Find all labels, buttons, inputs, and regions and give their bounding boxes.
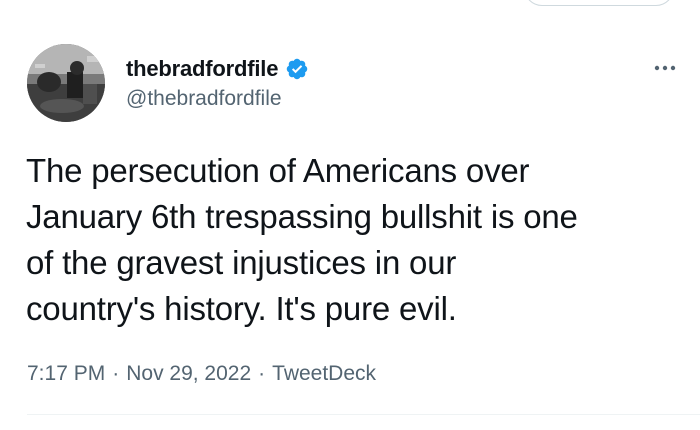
tweet-source[interactable]: TweetDeck — [272, 362, 376, 385]
tweet-text: The persecution of Americans over Januar… — [26, 148, 686, 332]
tweet-text-line: country's history. It's pure evil. — [26, 290, 457, 327]
tweet-text-line: of the gravest injustices in our — [26, 244, 457, 281]
avatar-photo — [27, 44, 105, 122]
tweet-text-line: January 6th trespassing bullshit is one — [26, 198, 578, 235]
meta-separator: · — [258, 362, 266, 385]
tweet-meta: 7:17 PM · Nov 29, 2022 · TweetDeck — [27, 362, 376, 386]
more-options-icon[interactable] — [648, 56, 682, 80]
meta-separator: · — [112, 362, 120, 385]
avatar[interactable] — [27, 44, 105, 122]
verified-badge-icon — [285, 57, 309, 81]
author-display-name[interactable]: thebradfordfile — [126, 56, 278, 82]
tweet-date[interactable]: Nov 29, 2022 — [126, 362, 251, 385]
tweet-time[interactable]: 7:17 PM — [27, 362, 105, 385]
follow-button[interactable] — [524, 0, 674, 6]
divider — [27, 414, 700, 415]
author-name-row[interactable]: thebradfordfile — [126, 54, 309, 84]
tweet-text-line: The persecution of Americans over — [26, 152, 530, 189]
author-handle[interactable]: @thebradfordfile — [126, 87, 282, 111]
